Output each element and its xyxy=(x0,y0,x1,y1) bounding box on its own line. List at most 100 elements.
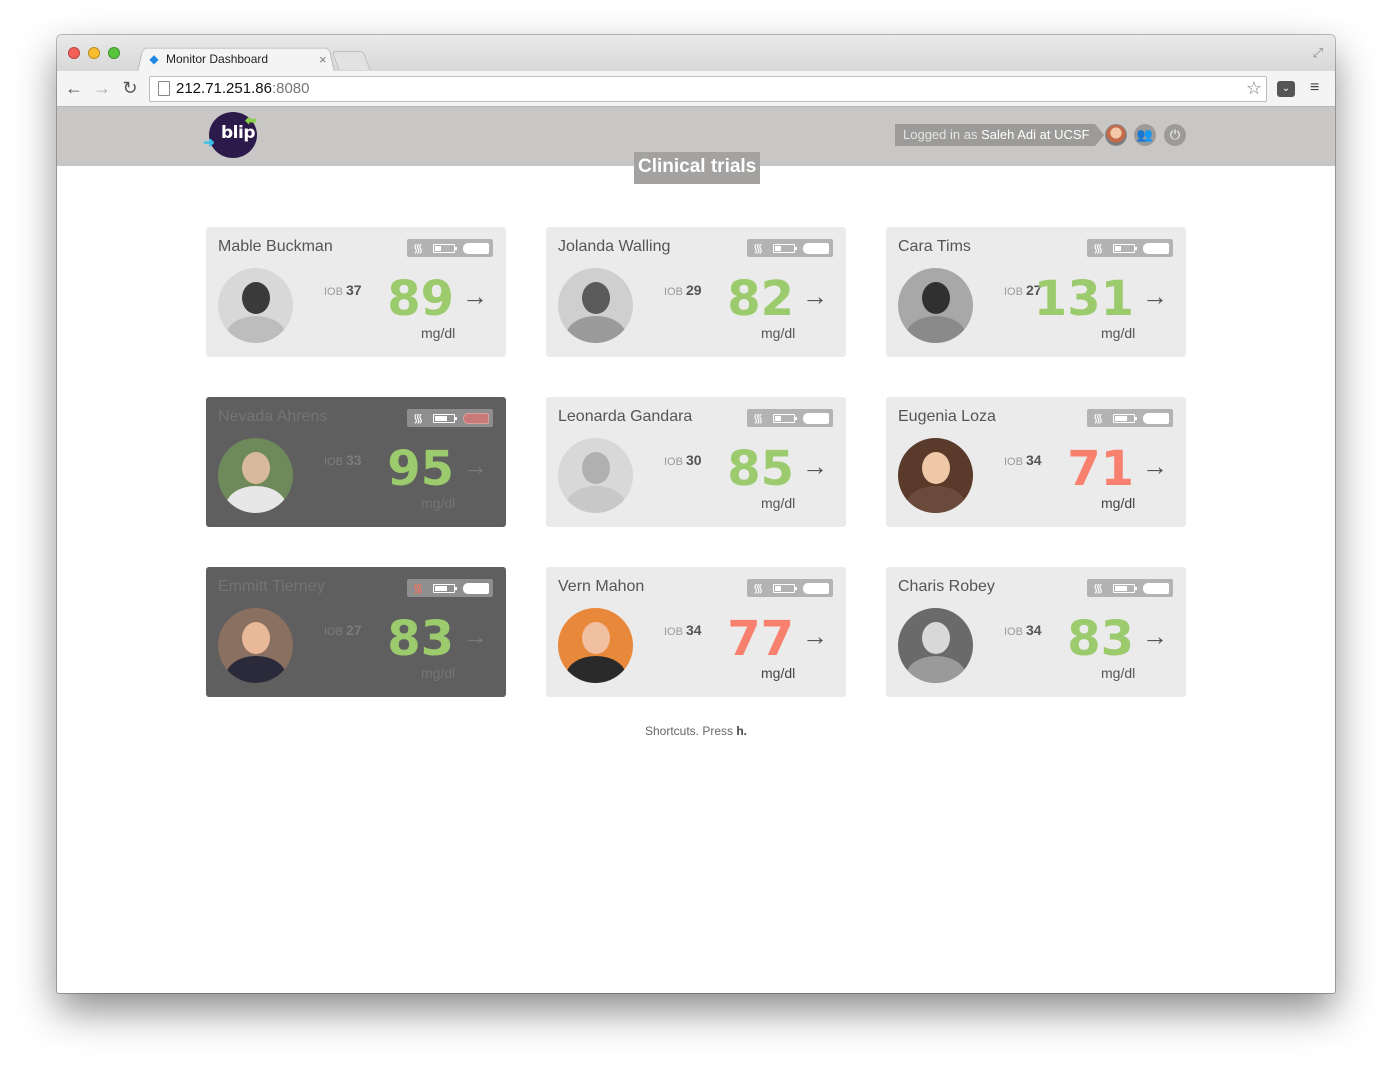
open-patient-arrow-icon[interactable]: → xyxy=(802,621,828,651)
iob-number: 27 xyxy=(346,622,362,638)
forward-icon[interactable]: → xyxy=(92,77,112,99)
device-status: ᯾ xyxy=(407,239,493,257)
user-avatar[interactable] xyxy=(1105,124,1127,146)
pump-reservoir-icon xyxy=(803,413,829,424)
logo-arrow-left-icon: ➜ xyxy=(203,134,215,150)
patient-card[interactable]: Vern Mahon ᯾ IOB 34 77 mg/dl → xyxy=(546,567,846,697)
blood-glucose-value: 89 xyxy=(387,271,454,327)
iob-label: IOB xyxy=(324,456,343,468)
patient-card[interactable]: Leonarda Gandara ᯾ IOB 30 85 mg/dl → xyxy=(546,397,846,527)
glucose-unit: mg/dl xyxy=(1101,325,1136,341)
patient-avatar xyxy=(558,268,633,343)
blip-logo[interactable]: ➜ blip ⬅ xyxy=(203,112,257,158)
battery-icon xyxy=(1113,244,1137,253)
tab-close-icon[interactable]: × xyxy=(319,52,331,67)
glucose-unit: mg/dl xyxy=(761,495,796,511)
patient-name[interactable]: Vern Mahon xyxy=(558,578,644,596)
page-title: Clinical trials xyxy=(634,152,761,184)
open-patient-arrow-icon[interactable]: → xyxy=(1142,621,1168,651)
iob-number: 34 xyxy=(686,622,702,638)
iob-label: IOB xyxy=(1004,456,1023,468)
reload-icon[interactable]: ↻ xyxy=(120,77,140,99)
patient-card[interactable]: Mable Buckman ᯾ IOB 37 89 mg/dl → xyxy=(206,227,506,357)
address-bar[interactable]: 212.71.251.86:8080 ☆ xyxy=(149,76,1267,102)
pump-reservoir-icon xyxy=(1143,413,1169,424)
tab-content[interactable]: ◆ Monitor Dashboard × xyxy=(145,49,335,69)
device-status: ᯾ xyxy=(747,579,833,597)
wifi-icon: ᯾ xyxy=(753,581,764,595)
open-patient-arrow-icon[interactable]: → xyxy=(802,451,828,481)
patient-name[interactable]: Eugenia Loza xyxy=(898,408,996,426)
iob-label: IOB xyxy=(1004,626,1023,638)
patient-name[interactable]: Jolanda Walling xyxy=(558,238,670,256)
url-host: 212.71.251.86 xyxy=(176,80,272,97)
battery-icon xyxy=(773,244,797,253)
patient-avatar xyxy=(558,608,633,683)
glucose-unit: mg/dl xyxy=(761,325,796,341)
battery-icon xyxy=(773,414,797,423)
zoom-window-button[interactable] xyxy=(108,47,120,59)
blood-glucose-value: 71 xyxy=(1067,441,1134,497)
iob-number: 29 xyxy=(686,282,702,298)
pump-reservoir-icon xyxy=(463,413,489,424)
patient-avatar xyxy=(898,438,973,513)
logged-in-label: Logged in as Saleh Adi at UCSF xyxy=(895,124,1105,146)
open-patient-arrow-icon[interactable]: → xyxy=(462,281,488,311)
patient-name[interactable]: Nevada Ahrens xyxy=(218,408,327,426)
pocket-icon[interactable]: ⌄ xyxy=(1277,81,1295,97)
patient-name[interactable]: Cara Tims xyxy=(898,238,971,256)
patient-card[interactable]: Cara Tims ᯾ IOB 27 131 mg/dl → xyxy=(886,227,1186,357)
wifi-icon: ᯾ xyxy=(1093,411,1104,425)
iob-value: IOB 27 xyxy=(324,622,362,638)
patient-avatar xyxy=(898,268,973,343)
patients-icon[interactable]: 👥 xyxy=(1134,124,1156,146)
patient-name[interactable]: Charis Robey xyxy=(898,578,995,596)
pump-reservoir-icon xyxy=(1143,243,1169,254)
menu-icon[interactable]: ≡ xyxy=(1310,79,1319,97)
patient-name[interactable]: Mable Buckman xyxy=(218,238,333,256)
patient-card[interactable]: Jolanda Walling ᯾ IOB 29 82 mg/dl → xyxy=(546,227,846,357)
url-text[interactable]: 212.71.251.86:8080 xyxy=(176,80,309,97)
logout-power-icon[interactable]: ⏻ xyxy=(1164,124,1186,146)
pump-reservoir-icon xyxy=(1143,583,1169,594)
minimize-window-button[interactable] xyxy=(88,47,100,59)
patient-name[interactable]: Leonarda Gandara xyxy=(558,408,692,426)
iob-value: IOB 33 xyxy=(324,452,362,468)
close-window-button[interactable] xyxy=(68,47,80,59)
iob-number: 30 xyxy=(686,452,702,468)
new-tab-button[interactable] xyxy=(331,51,371,70)
device-status: ᯾ xyxy=(407,409,493,427)
patient-name[interactable]: Emmitt Tierney xyxy=(218,578,325,596)
patient-card[interactable]: Emmitt Tierney ᯾ IOB 27 83 mg/dl → xyxy=(206,567,506,697)
blood-glucose-value: 95 xyxy=(387,441,454,497)
logged-user: Saleh Adi at UCSF xyxy=(981,127,1090,142)
patient-avatar xyxy=(218,268,293,343)
iob-number: 33 xyxy=(346,452,362,468)
battery-icon xyxy=(433,244,457,253)
battery-icon xyxy=(773,584,797,593)
open-patient-arrow-icon[interactable]: → xyxy=(462,451,488,481)
browser-toolbar: ← → ↻ 212.71.251.86:8080 ☆ ⌄ ≡ xyxy=(57,71,1335,107)
pump-reservoir-icon xyxy=(463,243,489,254)
iob-value: IOB 34 xyxy=(1004,452,1042,468)
glucose-unit: mg/dl xyxy=(761,665,796,681)
iob-value: IOB 30 xyxy=(664,452,702,468)
wifi-icon: ᯾ xyxy=(1093,241,1104,255)
pump-reservoir-icon xyxy=(463,583,489,594)
open-patient-arrow-icon[interactable]: → xyxy=(1142,451,1168,481)
iob-label: IOB xyxy=(664,626,683,638)
fullscreen-icon[interactable]: ⤢ xyxy=(1313,45,1323,61)
patient-card[interactable]: Eugenia Loza ᯾ IOB 34 71 mg/dl → xyxy=(886,397,1186,527)
iob-number: 37 xyxy=(346,282,362,298)
patient-card[interactable]: Nevada Ahrens ᯾ IOB 33 95 mg/dl → xyxy=(206,397,506,527)
open-patient-arrow-icon[interactable]: → xyxy=(462,621,488,651)
bookmark-star-icon[interactable]: ☆ xyxy=(1246,78,1262,99)
back-icon[interactable]: ← xyxy=(64,77,84,99)
tab-favicon-icon: ◆ xyxy=(149,52,159,66)
open-patient-arrow-icon[interactable]: → xyxy=(802,281,828,311)
blood-glucose-value: 77 xyxy=(727,611,794,667)
glucose-unit: mg/dl xyxy=(421,665,456,681)
battery-icon xyxy=(433,414,457,423)
open-patient-arrow-icon[interactable]: → xyxy=(1142,281,1168,311)
patient-card[interactable]: Charis Robey ᯾ IOB 34 83 mg/dl → xyxy=(886,567,1186,697)
